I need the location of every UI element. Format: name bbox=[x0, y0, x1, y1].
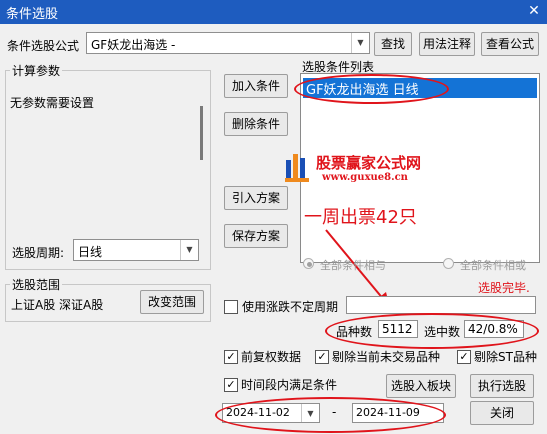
chevron-down-icon[interactable]: ▼ bbox=[180, 240, 198, 260]
adjusted-checkbox[interactable]: ✓ bbox=[224, 350, 238, 364]
close-button[interactable]: 关闭 bbox=[470, 401, 534, 425]
or-radio[interactable] bbox=[443, 258, 454, 269]
period-select[interactable]: 日线 ▼ bbox=[73, 239, 199, 261]
annotation-circle-condition bbox=[294, 74, 449, 104]
watermark-url: www.guxue8.cn bbox=[322, 172, 408, 183]
calc-params-label: 计算参数 bbox=[10, 62, 63, 79]
formula-label: 条件选股公式 bbox=[7, 39, 80, 53]
add-condition-button[interactable]: 加入条件 bbox=[224, 74, 288, 98]
watermark-title: 股票赢家公式网 bbox=[316, 154, 422, 172]
exclude-st-checkbox[interactable]: ✓ bbox=[457, 350, 471, 364]
usage-button[interactable]: 用法注释 bbox=[419, 32, 475, 56]
annotation-circle-dates bbox=[215, 397, 446, 433]
range-label: 选股范围 bbox=[10, 276, 63, 293]
annotation-circle-stats bbox=[325, 313, 539, 349]
and-radio[interactable] bbox=[303, 258, 314, 269]
to-sector-button[interactable]: 选股入板块 bbox=[386, 374, 456, 398]
view-formula-button[interactable]: 查看公式 bbox=[481, 32, 539, 56]
exclude-untraded-label: 剔除当前未交易品种 bbox=[332, 350, 441, 364]
watermark-logo-icon bbox=[285, 150, 311, 184]
window-title: 条件选股 bbox=[6, 7, 59, 22]
execute-button[interactable]: 执行选股 bbox=[470, 374, 534, 398]
formula-select[interactable]: GF妖龙出海选 - ▼ bbox=[86, 32, 370, 54]
title-bar: 条件选股 ✕ bbox=[0, 0, 547, 24]
change-range-button[interactable]: 改变范围 bbox=[140, 290, 204, 314]
range-markets: 上证A股 深证A股 bbox=[11, 298, 104, 312]
status-text: 选股完毕. bbox=[478, 281, 530, 295]
variable-period-label: 使用涨跌不定周期 bbox=[242, 300, 339, 314]
period-value: 日线 bbox=[78, 245, 103, 259]
exclude-untraded-checkbox[interactable]: ✓ bbox=[315, 350, 329, 364]
delete-condition-button[interactable]: 删除条件 bbox=[224, 112, 288, 136]
chevron-down-icon[interactable]: ▼ bbox=[351, 33, 369, 53]
scroll-indicator bbox=[200, 106, 203, 160]
period-condition-label: 时间段内满足条件 bbox=[241, 378, 338, 392]
adjusted-label: 前复权数据 bbox=[241, 350, 302, 364]
find-button[interactable]: 查找 bbox=[374, 32, 412, 56]
period-label: 选股周期: bbox=[12, 246, 65, 260]
close-icon[interactable]: ✕ bbox=[525, 3, 543, 20]
exclude-st-label: 剔除ST品种 bbox=[474, 350, 537, 364]
save-scheme-button[interactable]: 保存方案 bbox=[224, 224, 288, 248]
or-label: 全部条件相或 bbox=[460, 259, 526, 272]
period-condition-checkbox[interactable]: ✓ bbox=[224, 378, 238, 392]
import-scheme-button[interactable]: 引入方案 bbox=[224, 186, 288, 210]
calc-params-text: 无参数需要设置 bbox=[10, 96, 95, 110]
variable-period-input[interactable] bbox=[346, 296, 536, 314]
and-label: 全部条件相与 bbox=[320, 259, 386, 272]
variable-period-checkbox[interactable] bbox=[224, 300, 238, 314]
formula-select-value: GF妖龙出海选 - bbox=[91, 38, 176, 52]
